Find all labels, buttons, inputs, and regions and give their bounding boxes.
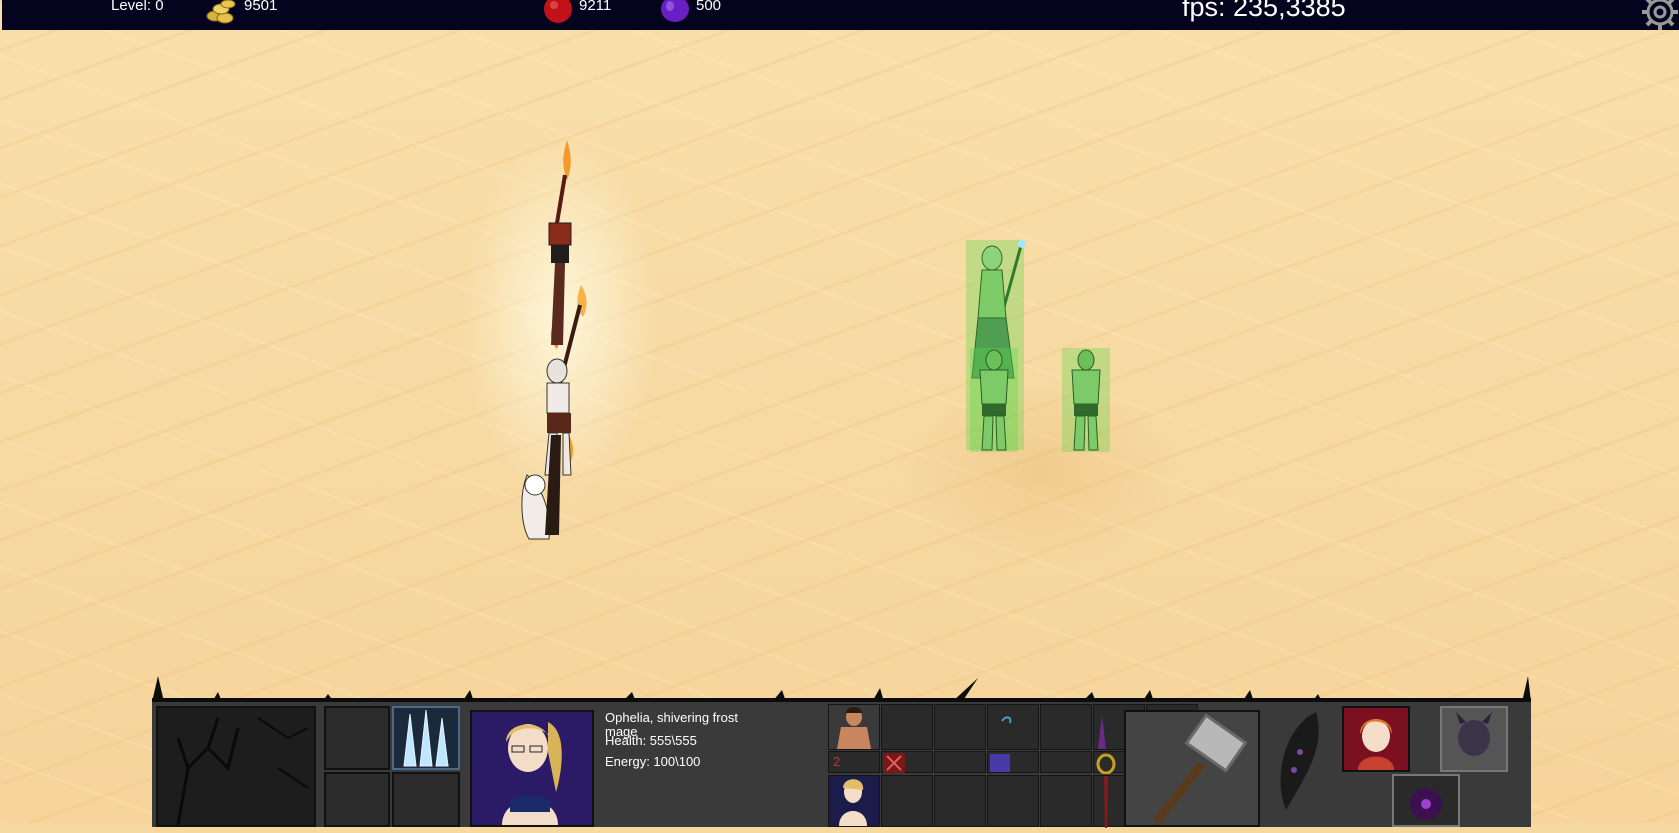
ability-slot-3[interactable]	[324, 772, 390, 827]
frost-swirl-icon	[1001, 716, 1012, 724]
red-haired-hero-thumbnail	[1358, 719, 1394, 770]
ally-warrior[interactable]	[966, 346, 1022, 452]
purple-gem-icon	[661, 0, 689, 22]
hero-portrait-demon[interactable]	[1440, 706, 1508, 772]
unit-health: Health: 555\555	[605, 733, 697, 748]
unit-slot[interactable]	[987, 704, 1039, 750]
unit-slot[interactable]	[881, 751, 933, 773]
purple-rune-icon	[990, 754, 1010, 772]
unit-slot[interactable]	[881, 704, 933, 750]
purple-eye-icon	[1410, 788, 1442, 820]
red-dagger-icon	[1104, 776, 1108, 828]
unit-slot[interactable]	[934, 775, 986, 827]
equipped-item-slot[interactable]	[1124, 710, 1260, 827]
red-gem-icon	[544, 0, 572, 23]
ally-warrior[interactable]	[1058, 346, 1114, 452]
unit-slot[interactable]	[1040, 751, 1092, 773]
hero-portrait-purple-eye[interactable]	[1392, 774, 1460, 827]
fps-counter: fps: 235,3385	[1182, 0, 1346, 22]
enemy-unit-stack[interactable]	[505, 135, 595, 545]
level-label: Level: 0	[111, 0, 164, 14]
ability-slot-1[interactable]	[324, 706, 390, 770]
unit-slot[interactable]	[987, 751, 1039, 773]
stack-count: 2	[833, 754, 841, 769]
demon-hero-thumbnail	[1456, 712, 1492, 756]
unit-slot[interactable]	[934, 704, 986, 750]
red-resource-amount: 9211	[579, 0, 612, 14]
shadow-feather-icon	[1280, 712, 1319, 810]
war-hammer-icon	[1152, 713, 1248, 825]
resource-bar: Level: 0 9501 9211 500 fps: 235,3385	[2, 0, 1679, 30]
unit-slot[interactable]	[934, 751, 986, 773]
gold-coins-icon	[206, 0, 236, 24]
hero-portrait-red[interactable]	[1342, 706, 1410, 772]
ability-slot-ice-spikes[interactable]	[392, 706, 460, 770]
gold-amount: 9501	[244, 0, 278, 14]
unit-slot[interactable]	[1040, 704, 1092, 750]
golden-ring-icon	[1096, 753, 1116, 775]
minimap-art	[176, 717, 309, 826]
ability-slot-4[interactable]	[392, 772, 460, 827]
unit-slot[interactable]	[987, 775, 1039, 827]
cancel-x-icon[interactable]	[882, 752, 908, 774]
ice-spikes-icon	[403, 709, 449, 767]
ophelia-portrait	[472, 712, 592, 825]
unit-energy: Energy: 100\100	[605, 754, 701, 769]
minimap[interactable]	[156, 706, 316, 827]
warrior-thumbnail	[837, 707, 871, 749]
gear-icon[interactable]	[1638, 0, 1678, 30]
unit-slot-count[interactable]: 2	[828, 751, 880, 773]
bottom-hud: Ophelia, shivering frost mage Health: 55…	[152, 698, 1531, 828]
ophelia-thumbnail	[839, 779, 867, 826]
purple-resource-amount: 500	[696, 0, 722, 14]
unit-portrait	[470, 710, 594, 827]
unit-slot-ophelia[interactable]	[828, 775, 880, 827]
unit-slot-warrior[interactable]	[828, 704, 880, 750]
unit-slot[interactable]	[1040, 775, 1092, 827]
unit-slot[interactable]	[881, 775, 933, 827]
